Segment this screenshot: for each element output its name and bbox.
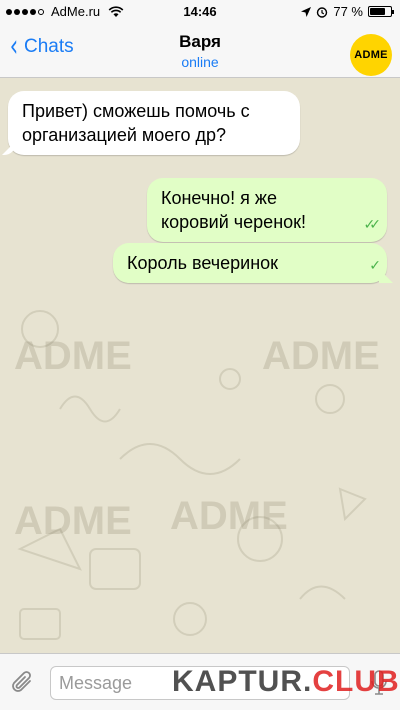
message-bubble-outgoing[interactable]: Король вечеринок ✓ (113, 243, 387, 283)
chat-area[interactable]: ADME ADME ADME ADME Привет) сможешь помо… (0, 79, 400, 653)
contact-name: Варя (179, 32, 221, 51)
wallpaper-watermark: ADME (14, 499, 132, 543)
status-right: 77 % (301, 4, 394, 19)
wallpaper-watermark: ADME (170, 494, 288, 538)
battery-icon (368, 6, 394, 17)
nav-bar: ‹ Chats Варя online ADME (0, 22, 400, 78)
paperclip-icon[interactable] (10, 669, 36, 697)
check-icon: ✓ (369, 257, 380, 273)
wallpaper-watermark: ADME (262, 334, 380, 378)
status-bar: AdMe.ru 14:46 77 % (0, 0, 400, 22)
contact-header[interactable]: Варя online (0, 32, 400, 70)
double-check-icon: ✓✓ (363, 216, 382, 232)
avatar[interactable]: ADME (350, 34, 392, 76)
watermark-text-club: CLUB (312, 665, 400, 698)
message-text: Король вечеринок (127, 253, 279, 273)
location-arrow-icon (301, 6, 312, 17)
message-text: Конечно! я же коровий черенок! (161, 188, 307, 232)
battery-level (370, 8, 386, 15)
battery-percent: 77 % (333, 4, 363, 19)
alarm-clock-icon (317, 6, 328, 18)
contact-status: online (181, 54, 219, 70)
wallpaper-watermark: ADME (14, 334, 132, 378)
kaptur-watermark: KAPTUR.CLUB (172, 665, 400, 699)
message-text: Привет) сможешь помочь с организацией мо… (22, 101, 250, 145)
message-bubble-outgoing[interactable]: Конечно! я же коровий черенок! ✓✓ (147, 178, 387, 242)
message-bubble-incoming[interactable]: Привет) сможешь помочь с организацией мо… (8, 91, 300, 155)
watermark-text: KAPTUR. (172, 665, 313, 698)
